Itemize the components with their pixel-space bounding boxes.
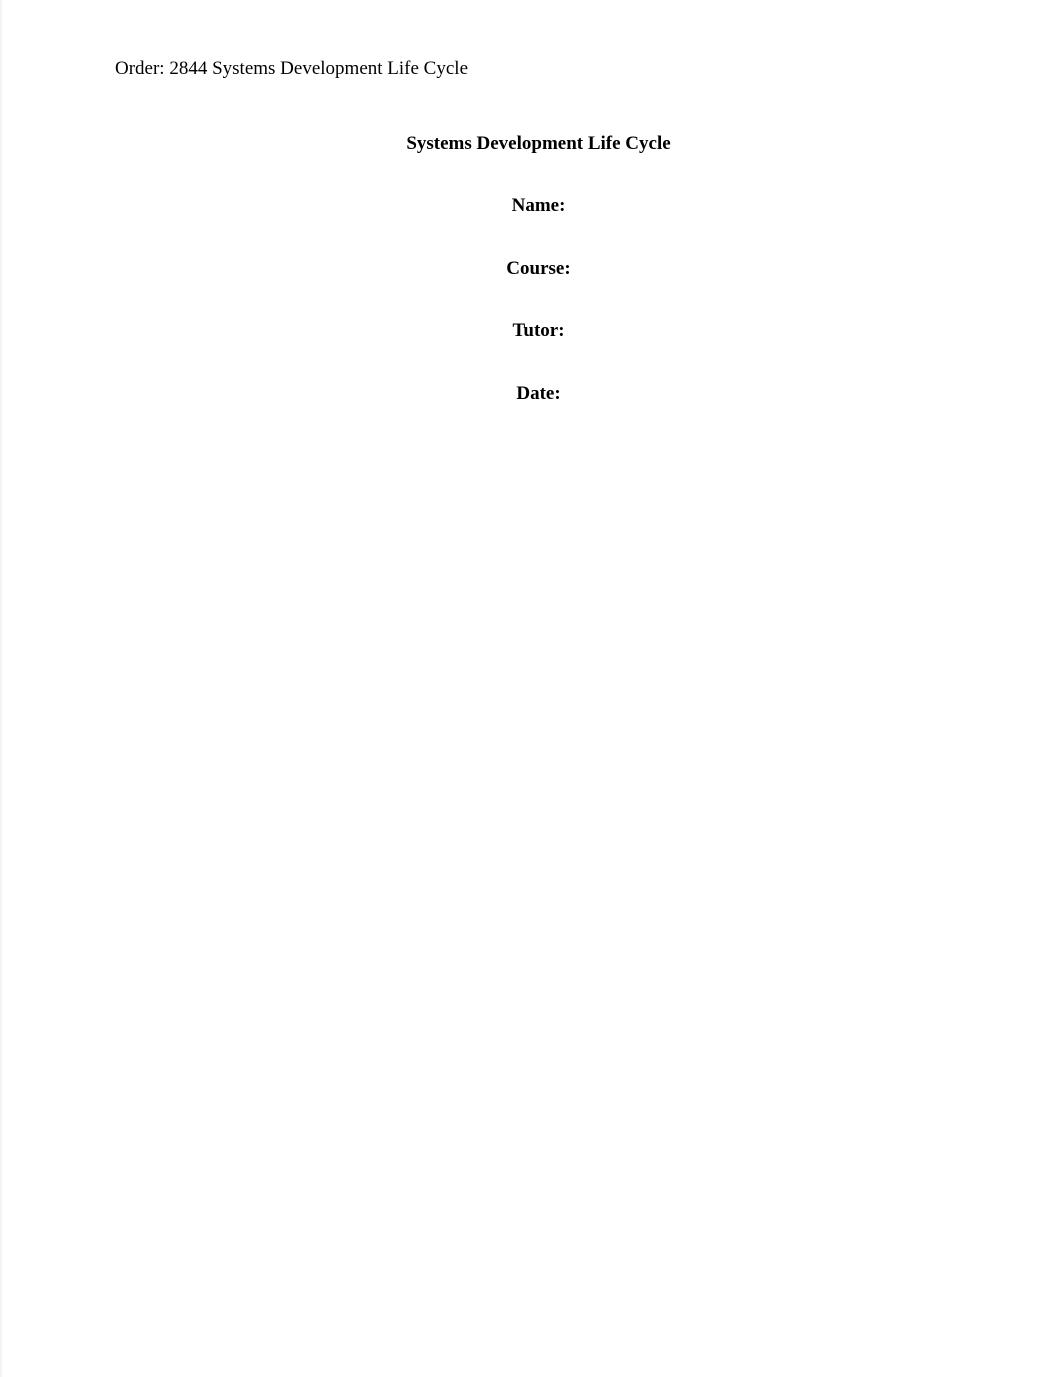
order-header-line: Order: 2844 Systems Development Life Cyc… (115, 56, 962, 83)
name-field-label: Name: (115, 193, 962, 220)
date-field-label: Date: (115, 381, 962, 408)
tutor-field-label: Tutor: (115, 318, 962, 345)
page-left-edge (0, 0, 2, 1377)
document-title: Systems Development Life Cycle (115, 131, 962, 158)
document-page: Order: 2844 Systems Development Life Cyc… (0, 0, 1062, 408)
course-field-label: Course: (115, 256, 962, 283)
